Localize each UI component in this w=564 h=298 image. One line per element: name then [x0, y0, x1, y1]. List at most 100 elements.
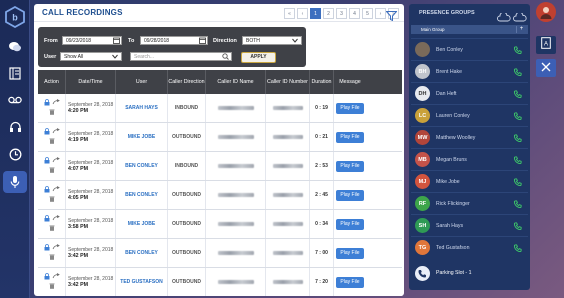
share-icon[interactable]: [52, 186, 60, 195]
share-icon[interactable]: [52, 273, 60, 282]
lock-icon[interactable]: [44, 157, 50, 166]
play-file-button[interactable]: Play File: [336, 276, 364, 288]
row-direction: OUTBOUND: [172, 221, 201, 227]
lock-icon[interactable]: [44, 244, 50, 253]
play-file-button[interactable]: Play File: [336, 189, 364, 201]
presence-member[interactable]: SH Sarah Hays: [411, 214, 528, 236]
table-row: September 28, 2018 4:20 PM SARAH HAYS IN…: [38, 94, 402, 123]
share-icon[interactable]: [52, 215, 60, 224]
phone-icon[interactable]: [513, 195, 522, 213]
group-header[interactable]: Main Group +: [411, 25, 528, 34]
play-file-button[interactable]: Play File: [336, 102, 364, 114]
presence-member[interactable]: TG Ted Gustafson: [411, 236, 528, 258]
phone-icon[interactable]: [513, 239, 522, 257]
row-message-cell: Play File: [334, 123, 366, 151]
presence-member[interactable]: Ben Conley: [411, 38, 528, 60]
search-input[interactable]: Search...: [130, 52, 232, 61]
delete-icon[interactable]: [49, 254, 55, 262]
presence-member[interactable]: DH Dan Heft: [411, 82, 528, 104]
lock-icon[interactable]: [44, 215, 50, 224]
delete-icon[interactable]: [49, 283, 55, 291]
group-name: Main Group: [421, 27, 445, 32]
delete-icon[interactable]: [49, 138, 55, 146]
page-2-button[interactable]: 2: [323, 8, 334, 19]
nav-call-recordings[interactable]: [3, 171, 27, 193]
lock-icon[interactable]: [44, 128, 50, 137]
col-user[interactable]: User: [116, 70, 168, 94]
page-first-button[interactable]: «: [284, 8, 295, 19]
calendar-icon[interactable]: [199, 37, 206, 47]
delete-icon[interactable]: [49, 225, 55, 233]
lock-icon[interactable]: [44, 273, 50, 282]
page-4-button[interactable]: 4: [349, 8, 360, 19]
col-caller-id-number[interactable]: Caller ID Number: [266, 70, 310, 94]
row-user-link[interactable]: MIKE JOBE: [128, 221, 156, 227]
phone-icon[interactable]: [513, 107, 522, 125]
play-file-button[interactable]: Play File: [336, 160, 364, 172]
page-prev-button[interactable]: ‹: [297, 8, 308, 19]
phone-icon[interactable]: [513, 173, 522, 191]
col-message[interactable]: Message: [334, 70, 366, 94]
phone-icon[interactable]: [513, 151, 522, 169]
col-duration[interactable]: Duration: [310, 70, 334, 94]
row-caller-number-cell: [266, 210, 310, 238]
presence-member[interactable]: BH Brent Hake: [411, 60, 528, 82]
nav-support[interactable]: [3, 116, 27, 138]
row-user-link[interactable]: BEN CONLEY: [125, 192, 158, 198]
apply-button[interactable]: APPLY: [241, 52, 276, 63]
presence-member[interactable]: RF Rick Flickinger: [411, 192, 528, 214]
row-actions: [38, 210, 66, 238]
user-select[interactable]: Show All: [60, 52, 122, 61]
close-panel-button[interactable]: [536, 59, 556, 77]
col-caller-direction[interactable]: Caller Direction: [168, 70, 206, 94]
col-datetime[interactable]: Date/Time: [66, 70, 116, 94]
phone-icon[interactable]: [513, 85, 522, 103]
filter-icon[interactable]: [385, 8, 398, 26]
direction-select[interactable]: BOTH: [242, 36, 302, 45]
presence-member[interactable]: MB Megan Bruns: [411, 148, 528, 170]
play-file-button[interactable]: Play File: [336, 218, 364, 230]
presence-member[interactable]: LC Lauren Conley: [411, 104, 528, 126]
calendar-icon[interactable]: [113, 37, 120, 47]
presence-member[interactable]: MW Matthew Woolley: [411, 126, 528, 148]
row-user-link[interactable]: BEN CONLEY: [125, 163, 158, 169]
page-next-button[interactable]: ›: [375, 8, 386, 19]
page-5-button[interactable]: 5: [362, 8, 373, 19]
lock-icon[interactable]: [44, 186, 50, 195]
row-user-link[interactable]: TED GUSTAFSON: [120, 279, 162, 285]
search-icon[interactable]: [222, 53, 229, 63]
from-date-input[interactable]: 09/23/2018: [62, 36, 122, 45]
group-add-button[interactable]: +: [516, 26, 526, 33]
share-icon[interactable]: [52, 128, 60, 137]
nav-voicemail[interactable]: [3, 89, 27, 111]
share-icon[interactable]: [52, 244, 60, 253]
play-file-button[interactable]: Play File: [336, 131, 364, 143]
delete-icon[interactable]: [49, 196, 55, 204]
phone-icon[interactable]: [513, 41, 522, 59]
row-user-link[interactable]: MIKE JOBE: [128, 134, 156, 140]
play-file-button[interactable]: Play File: [336, 247, 364, 259]
delete-icon[interactable]: [49, 167, 55, 175]
presence-member[interactable]: MJ Mike Jobe: [411, 170, 528, 192]
user-avatar[interactable]: [536, 2, 556, 22]
share-icon[interactable]: [52, 157, 60, 166]
phone-icon[interactable]: [513, 63, 522, 81]
parking-slot[interactable]: Parking Slot - 1: [411, 262, 528, 284]
page-1-button[interactable]: 1: [310, 8, 321, 19]
to-date-input[interactable]: 09/28/2018: [140, 36, 208, 45]
col-action[interactable]: Action: [38, 70, 66, 94]
share-icon[interactable]: [52, 99, 60, 108]
nav-history[interactable]: [3, 143, 27, 165]
delete-icon[interactable]: [49, 109, 55, 117]
phone-icon[interactable]: [513, 129, 522, 147]
col-caller-id-name[interactable]: Caller ID Name: [206, 70, 266, 94]
page-3-button[interactable]: 3: [336, 8, 347, 19]
contact-card-button[interactable]: A: [536, 36, 556, 54]
nav-chat[interactable]: [3, 36, 27, 58]
row-user-link[interactable]: BEN CONLEY: [125, 250, 158, 256]
lock-icon[interactable]: [44, 99, 50, 108]
nav-contacts[interactable]: [3, 62, 27, 84]
phone-icon[interactable]: [513, 217, 522, 235]
row-datetime: September 28, 2018 4:07 PM: [66, 152, 116, 180]
row-user-link[interactable]: SARAH HAYS: [125, 105, 158, 111]
